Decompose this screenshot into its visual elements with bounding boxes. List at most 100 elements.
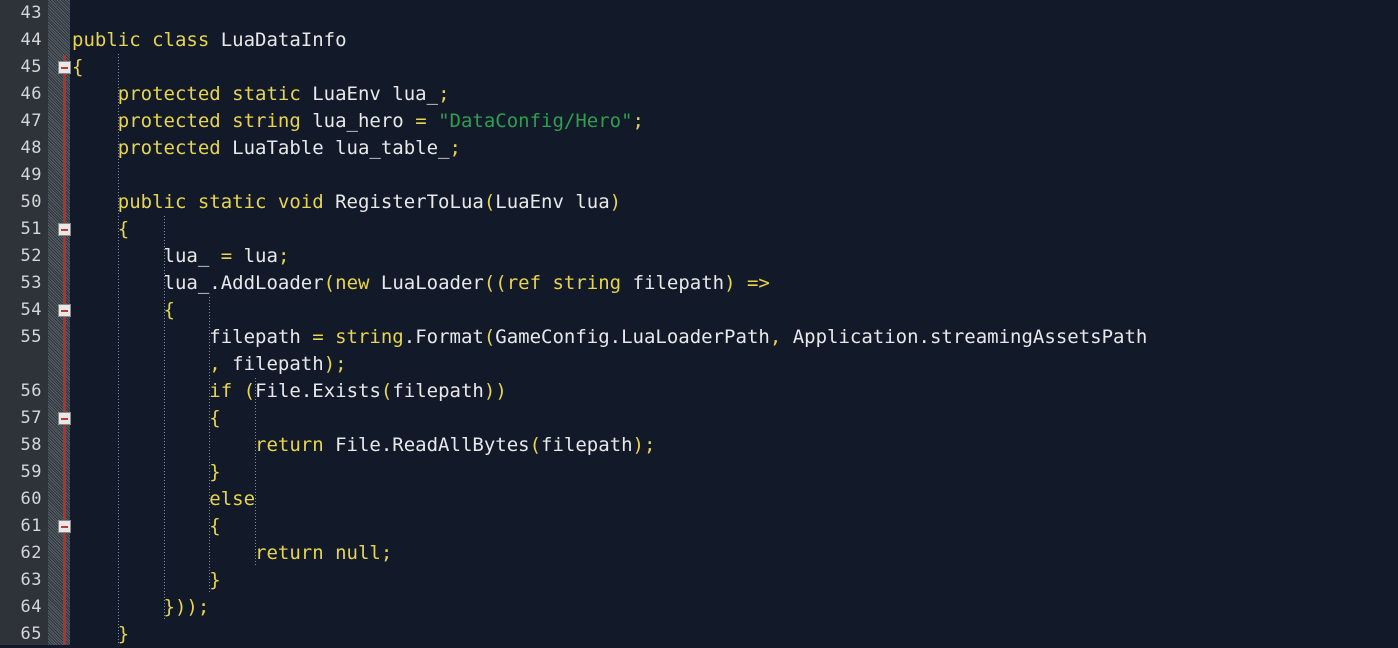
code-line[interactable]: else (70, 486, 1398, 513)
line-number: 58 (20, 435, 42, 455)
code-token: ); (323, 353, 347, 375)
code-line[interactable]: } (70, 567, 1398, 594)
fold-toggle-icon[interactable] (58, 223, 71, 236)
line-number: 62 (20, 543, 42, 563)
line-number: 53 (20, 273, 42, 293)
line-number: 60 (20, 489, 42, 509)
code-line[interactable] (70, 162, 1398, 189)
code-line[interactable]: filepath = string.Format(GameConfig.LuaL… (70, 324, 1398, 351)
code-lines: public class LuaDataInfo{ protected stat… (70, 0, 1398, 645)
code-line[interactable]: } (70, 459, 1398, 486)
code-token: filepath (72, 326, 313, 348)
line-number: 45 (20, 57, 42, 77)
code-line[interactable] (70, 0, 1398, 27)
line-number: 44 (20, 30, 42, 50)
code-token: })); (163, 596, 210, 618)
code-line[interactable]: protected string lua_hero = "DataConfig/… (70, 108, 1398, 135)
code-token: protected static (117, 83, 313, 105)
code-token: (( (483, 272, 507, 294)
code-token: { (72, 56, 84, 78)
line-number: 65 (20, 624, 42, 644)
indent-guide (254, 378, 256, 567)
code-token: filepath (632, 272, 725, 294)
code-token: LuaTable lua_table_ (232, 137, 450, 159)
code-line[interactable]: return null; (70, 540, 1398, 567)
code-token: filepath (541, 434, 633, 456)
code-token: filepath (232, 353, 324, 375)
code-token: ( (380, 380, 393, 402)
code-line[interactable]: } (70, 621, 1398, 645)
code-token: { (163, 299, 175, 321)
indent-guide (118, 54, 120, 645)
code-token: string (335, 326, 404, 348)
line-number: 49 (20, 165, 42, 185)
code-token: LuaEnv lua (495, 191, 610, 213)
code-token: = (220, 245, 244, 267)
code-token: } (209, 569, 221, 591)
code-token: ; (632, 110, 644, 132)
code-token: return (255, 434, 336, 456)
code-line[interactable]: { (70, 297, 1398, 324)
code-line[interactable]: { (70, 513, 1398, 540)
code-token: ; (277, 245, 290, 267)
code-line[interactable]: lua_ = lua; (70, 243, 1398, 270)
code-line[interactable]: })); (70, 594, 1398, 621)
fold-toggle-icon[interactable] (58, 520, 71, 533)
code-line[interactable]: protected LuaTable lua_table_; (70, 135, 1398, 162)
line-number: 61 (20, 516, 42, 536)
editor-gutter[interactable]: 43 44 45 46 47 48 49 50 51 52 53 54 55 56 57 58 59 60 61 62… (0, 0, 71, 645)
fold-toggle-icon[interactable] (58, 304, 71, 317)
code-token: => (746, 272, 770, 294)
code-line-wrapped[interactable]: , filepath); (70, 351, 1398, 378)
code-token: )) (483, 380, 507, 402)
code-line[interactable]: { (70, 216, 1398, 243)
code-editor[interactable]: 43 44 45 46 47 48 49 50 51 52 53 54 55 56 57 58 59 60 61 62… (0, 0, 1398, 645)
code-token: } (117, 623, 130, 645)
code-token: else (209, 488, 256, 510)
code-token: if (209, 380, 244, 402)
fold-toggle-icon[interactable] (58, 61, 71, 74)
code-token: .Format (403, 326, 484, 348)
code-line[interactable]: { (70, 405, 1398, 432)
code-token: GameConfig.LuaLoaderPath (495, 326, 770, 348)
code-line[interactable]: if (File.Exists(filepath)) (70, 378, 1398, 405)
code-line[interactable]: return File.ReadAllBytes(filepath); (70, 432, 1398, 459)
code-token: ( (483, 191, 496, 213)
code-line[interactable]: public class LuaDataInfo (70, 27, 1398, 54)
code-token: ); (632, 434, 656, 456)
code-line[interactable]: protected static LuaEnv lua_; (70, 81, 1398, 108)
line-number: 52 (20, 246, 42, 266)
change-indicator-bar (63, 55, 66, 645)
code-content-area[interactable]: public class LuaDataInfo{ protected stat… (70, 0, 1398, 645)
code-token: ; (438, 83, 450, 105)
code-line[interactable]: { (70, 54, 1398, 81)
code-token: File.Exists (255, 380, 381, 402)
line-number: 43 (20, 3, 42, 23)
code-token: LuaLoader (380, 272, 484, 294)
code-token: File.ReadAllBytes (335, 434, 530, 456)
line-number: 57 (20, 408, 42, 428)
line-number: 48 (20, 138, 42, 158)
code-line[interactable]: public static void RegisterToLua(LuaEnv … (70, 189, 1398, 216)
code-token: ) (609, 191, 622, 213)
code-token: ; (380, 542, 393, 564)
code-token: lua (243, 245, 278, 267)
fold-margin-strip[interactable] (48, 0, 70, 645)
indent-guide (163, 216, 165, 621)
code-token: Application.streamingAssetsPath (792, 326, 1148, 348)
code-token: ( (529, 434, 542, 456)
line-number: 47 (20, 111, 42, 131)
line-number: 64 (20, 597, 42, 617)
code-token: ) (724, 272, 747, 294)
code-line[interactable]: lua_.AddLoader(new LuaLoader((ref string… (70, 270, 1398, 297)
fold-toggle-icon[interactable] (58, 412, 71, 425)
code-token: protected string (117, 110, 313, 132)
line-number: 46 (20, 84, 42, 104)
